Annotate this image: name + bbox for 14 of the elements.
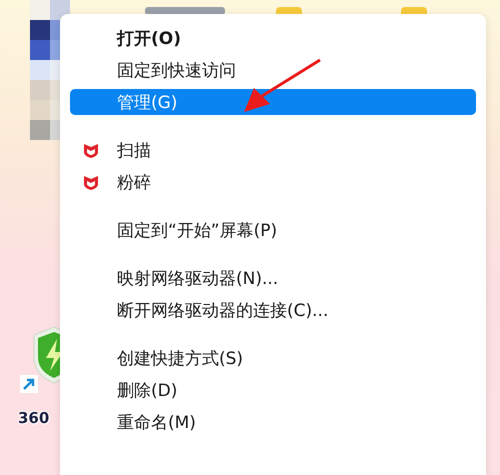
menu-item[interactable]: 映射网络驱动器(N)...	[70, 265, 476, 291]
menu-item[interactable]: 管理(G)	[70, 89, 476, 115]
menu-item[interactable]: 断开网络驱动器的连接(C)...	[70, 297, 476, 323]
shield-icon	[83, 142, 99, 158]
menu-item[interactable]: 删除(D)	[70, 377, 476, 403]
icon-label: 360	[18, 409, 50, 427]
shield-icon	[83, 174, 99, 190]
menu-item[interactable]: 创建快捷方式(S)	[70, 345, 476, 371]
menu-item[interactable]: 固定到“开始”屏幕(P)	[70, 217, 476, 243]
menu-item[interactable]: 重命名(M)	[70, 409, 476, 435]
menu-item[interactable]: 固定到快速访问	[70, 57, 476, 83]
menu-item[interactable]: 打开(O)	[70, 25, 476, 51]
menu-item[interactable]: 扫描	[70, 137, 476, 163]
menu-item[interactable]: 粉碎	[70, 169, 476, 195]
